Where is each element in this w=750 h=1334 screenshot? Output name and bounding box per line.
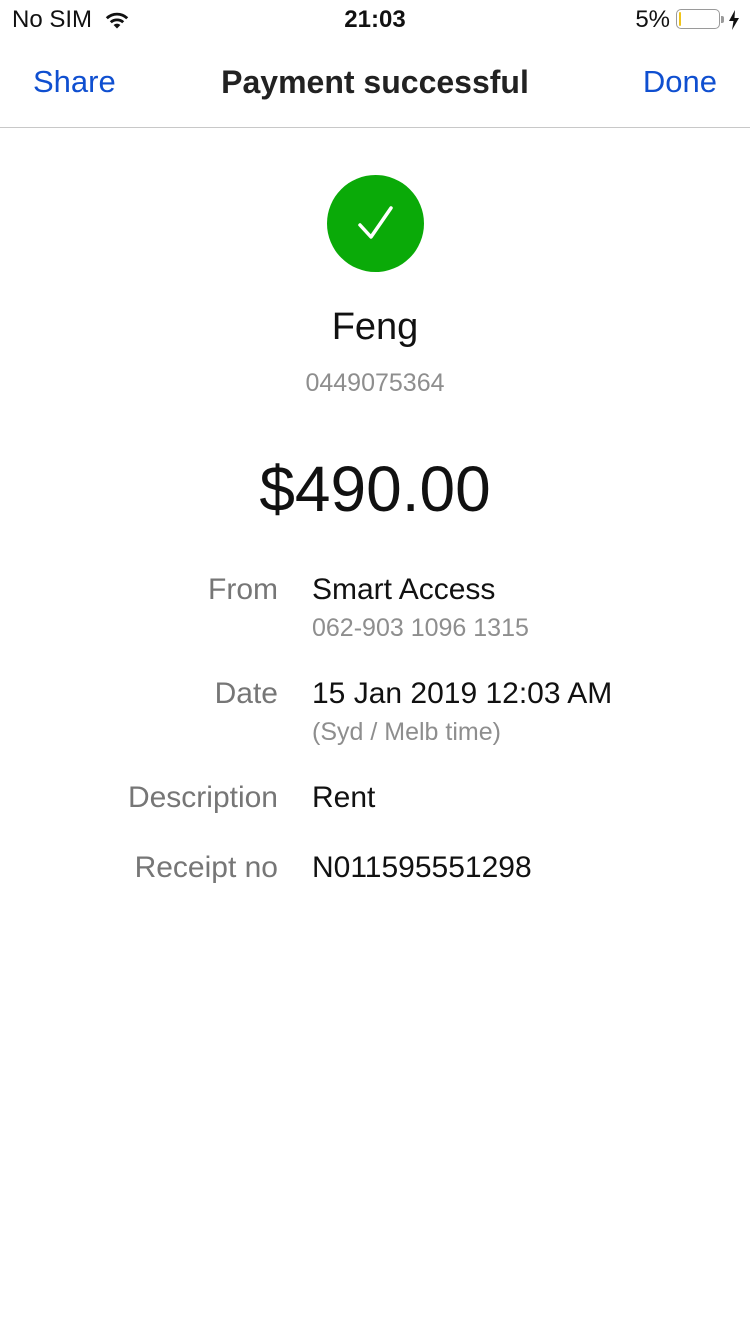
payment-amount: $490.00: [259, 453, 491, 525]
from-account-name: Smart Access: [312, 573, 496, 606]
receipt-number-label: Receipt no: [134, 851, 278, 884]
navigation-bar: Share Payment successful Done: [0, 40, 750, 128]
from-account-number: 062-903 1096 1315: [312, 614, 529, 642]
checkmark-circle-icon: [327, 175, 424, 272]
battery-icon: [676, 9, 724, 31]
charging-bolt-icon: [729, 10, 739, 30]
page-title: Payment successful: [221, 64, 529, 100]
from-label: From: [208, 573, 278, 606]
payee-phone: 0449075364: [305, 369, 445, 397]
battery-level-fill: [679, 12, 681, 26]
battery-percent: 5%: [635, 6, 670, 33]
status-bar: No SIM 21:03 5%: [0, 0, 750, 40]
status-bar-right: 5%: [635, 6, 740, 34]
receipt-number-value: N011595551298: [312, 851, 532, 884]
done-button[interactable]: Done: [643, 64, 717, 100]
date-label: Date: [214, 677, 278, 710]
description-value: Rent: [312, 781, 376, 814]
payee-name: Feng: [331, 306, 419, 348]
date-value: 15 Jan 2019 12:03 AM: [312, 677, 613, 710]
checkmark-icon: [358, 206, 393, 239]
date-timezone: (Syd / Melb time): [312, 718, 501, 746]
description-label: Description: [127, 781, 278, 814]
